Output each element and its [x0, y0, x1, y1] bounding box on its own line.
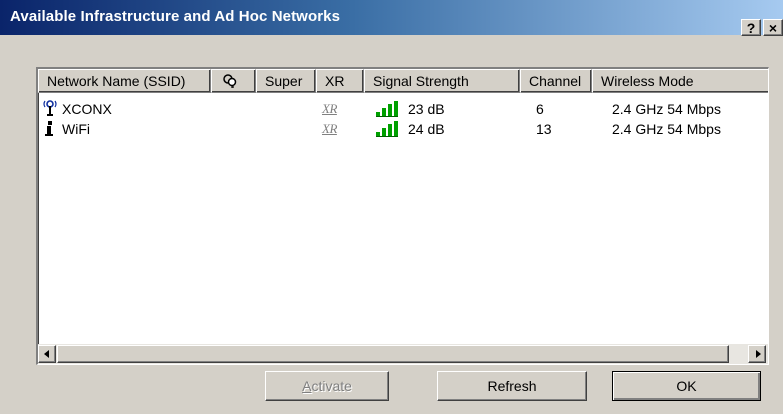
window-title: Available Infrastructure and Ad Hoc Netw… — [10, 8, 341, 25]
list-header: Network Name (SSID) Super XR Signal Stre… — [38, 69, 768, 93]
signal-strength-text: 24 dB — [408, 121, 445, 137]
security-keys-icon — [223, 74, 237, 88]
column-header-signal-strength[interactable]: Signal Strength — [364, 69, 520, 93]
access-point-icon — [43, 100, 57, 116]
signal-strength-text: 23 dB — [408, 101, 445, 117]
column-header-wireless-mode[interactable]: Wireless Mode — [592, 69, 768, 93]
ok-button[interactable]: OK — [612, 371, 761, 401]
arrow-left-icon — [44, 350, 49, 358]
ad-hoc-icon — [45, 121, 53, 136]
ssid-text: XCONX — [62, 101, 112, 117]
channel-text: 13 — [536, 121, 552, 137]
xr-logo: XR — [322, 121, 337, 136]
column-header-ssid[interactable]: Network Name (SSID) — [38, 69, 211, 93]
column-header-channel[interactable]: Channel — [520, 69, 592, 93]
help-button[interactable]: ? — [741, 19, 761, 36]
scroll-left-button[interactable] — [38, 345, 56, 363]
scroll-right-button[interactable] — [748, 345, 766, 363]
column-header-xr[interactable]: XR — [316, 69, 364, 93]
activate-label-rest: ctivate — [311, 378, 352, 394]
list-rows: XCONX XR 23 dB 6 2.4 GHz 54 Mbps WiFi XR — [38, 99, 768, 139]
wireless-mode-text: 2.4 GHz 54 Mbps — [612, 101, 721, 117]
ssid-text: WiFi — [62, 121, 90, 137]
list-item[interactable]: WiFi XR 24 dB 13 2.4 GHz 54 Mbps — [38, 119, 768, 139]
title-bar[interactable]: Available Infrastructure and Ad Hoc Netw… — [0, 0, 783, 35]
activate-button[interactable]: Activate — [265, 371, 389, 401]
channel-text: 6 — [536, 101, 544, 117]
column-header-super[interactable]: Super — [256, 69, 316, 93]
networks-list[interactable]: Network Name (SSID) Super XR Signal Stre… — [36, 67, 769, 365]
arrow-right-icon — [756, 350, 761, 358]
horizontal-scrollbar[interactable] — [38, 344, 768, 364]
close-button[interactable]: × — [763, 19, 783, 36]
xr-logo: XR — [322, 101, 337, 116]
refresh-button[interactable]: Refresh — [437, 371, 587, 401]
signal-bars-icon — [376, 101, 398, 117]
wireless-mode-text: 2.4 GHz 54 Mbps — [612, 121, 721, 137]
column-header-security[interactable] — [211, 69, 256, 93]
signal-bars-icon — [376, 121, 398, 137]
list-item[interactable]: XCONX XR 23 dB 6 2.4 GHz 54 Mbps — [38, 99, 768, 119]
scroll-thumb[interactable] — [57, 345, 729, 363]
